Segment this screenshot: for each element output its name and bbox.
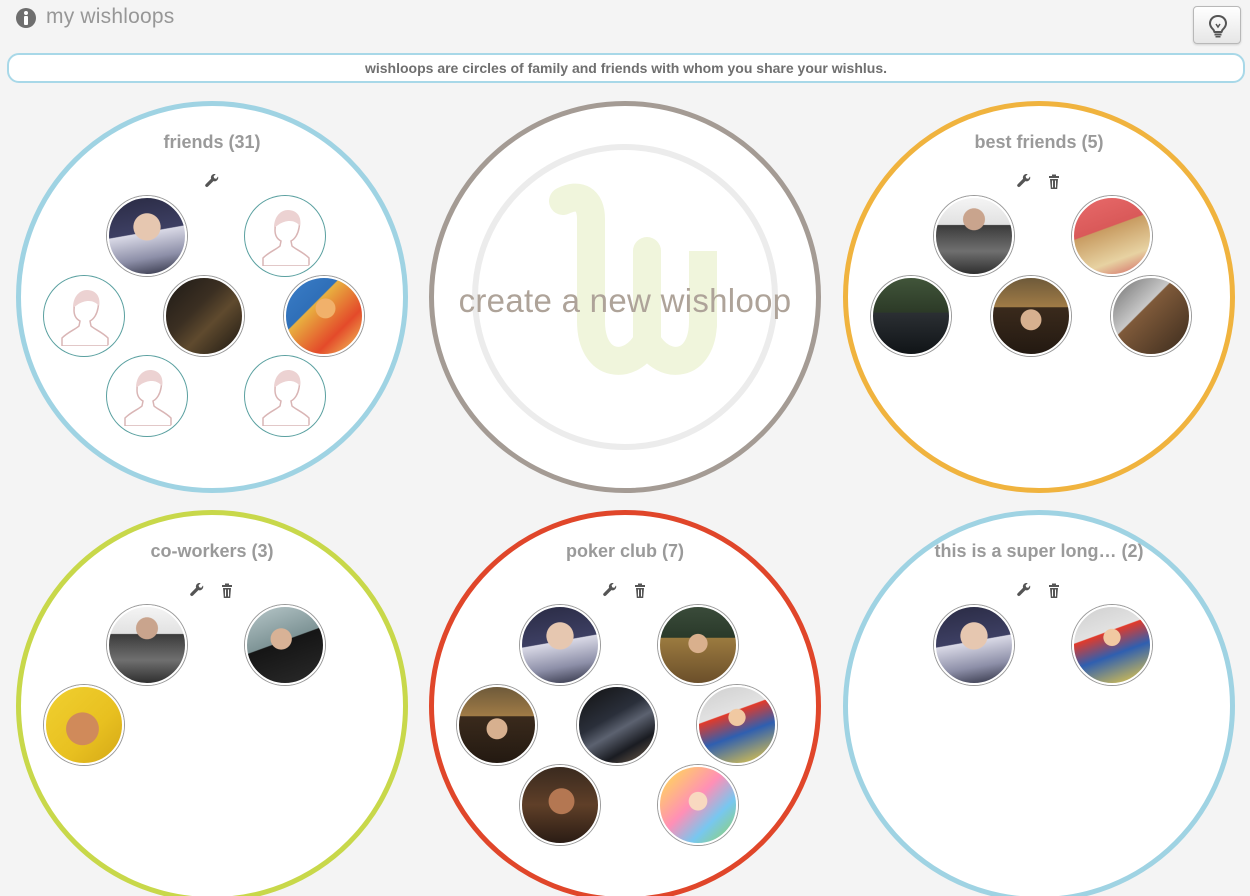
wishloop-super-long[interactable]: this is a super long… (2) [843, 510, 1235, 896]
member-avatar-placeholder[interactable] [245, 356, 325, 436]
tips-button[interactable] [1193, 6, 1241, 44]
wrench-icon[interactable] [204, 173, 220, 190]
member-avatar[interactable] [658, 605, 738, 685]
trash-icon[interactable] [632, 583, 648, 599]
wishloop-co-workers[interactable]: co-workers (3) [16, 510, 408, 896]
wrench-icon[interactable] [1016, 582, 1032, 599]
member-avatar[interactable] [520, 605, 600, 685]
wishloop-tools [21, 582, 403, 599]
member-avatar[interactable] [44, 685, 124, 765]
trash-icon[interactable] [1046, 174, 1062, 190]
member-avatar[interactable] [1072, 605, 1152, 685]
wishloop-tools [434, 582, 816, 599]
member-avatar[interactable] [245, 605, 325, 685]
member-avatar[interactable] [164, 276, 244, 356]
header: my wishloops [0, 0, 1250, 46]
wishloop-title: this is a super long… (2) [934, 541, 1144, 561]
wishloop-title: poker club (7) [565, 541, 685, 561]
wishloop-tools [848, 173, 1230, 190]
wishloop-title: friends (31) [163, 132, 261, 152]
member-avatar-placeholder[interactable] [107, 356, 187, 436]
wishloop-best-friends[interactable]: best friends (5) [843, 101, 1235, 493]
member-avatar[interactable] [520, 765, 600, 845]
wishloop-tools [21, 173, 403, 190]
member-avatar[interactable] [991, 276, 1071, 356]
lightbulb-icon [1208, 14, 1228, 38]
member-avatar[interactable] [1072, 196, 1152, 276]
trash-icon[interactable] [1046, 583, 1062, 599]
info-icon[interactable] [16, 8, 36, 28]
member-avatar-placeholder[interactable] [245, 196, 325, 276]
member-avatar[interactable] [284, 276, 364, 356]
wishloop-friends[interactable]: friends (31) [16, 101, 408, 493]
member-avatar[interactable] [1111, 276, 1191, 356]
member-avatar[interactable] [658, 765, 738, 845]
wishloop-title: co-workers (3) [150, 541, 274, 561]
wishloop-tools [848, 582, 1230, 599]
member-avatar[interactable] [577, 685, 657, 765]
trash-icon[interactable] [219, 583, 235, 599]
page-title: my wishloops [46, 5, 175, 28]
wrench-icon[interactable] [189, 582, 205, 599]
member-avatar[interactable] [107, 605, 187, 685]
person-placeholder-icon [262, 370, 310, 426]
wishloop-title: best friends (5) [974, 132, 1104, 152]
member-avatar[interactable] [934, 605, 1014, 685]
member-avatar[interactable] [934, 196, 1014, 276]
info-banner: wishloops are circles of family and frie… [7, 53, 1245, 83]
create-wishloop-button[interactable]: create a new wishloop [429, 101, 821, 493]
person-placeholder-icon [124, 370, 172, 426]
member-avatar[interactable] [871, 276, 951, 356]
wrench-icon[interactable] [602, 582, 618, 599]
person-placeholder-icon [262, 210, 310, 266]
wishloop-poker-club[interactable]: poker club (7) [429, 510, 821, 896]
member-avatar[interactable] [457, 685, 537, 765]
create-wishloop-label: create a new wishloop [458, 282, 792, 319]
member-avatar[interactable] [107, 196, 187, 276]
member-avatar-placeholder[interactable] [44, 276, 124, 356]
wrench-icon[interactable] [1016, 173, 1032, 190]
member-avatar[interactable] [697, 685, 777, 765]
person-placeholder-icon [61, 290, 109, 346]
